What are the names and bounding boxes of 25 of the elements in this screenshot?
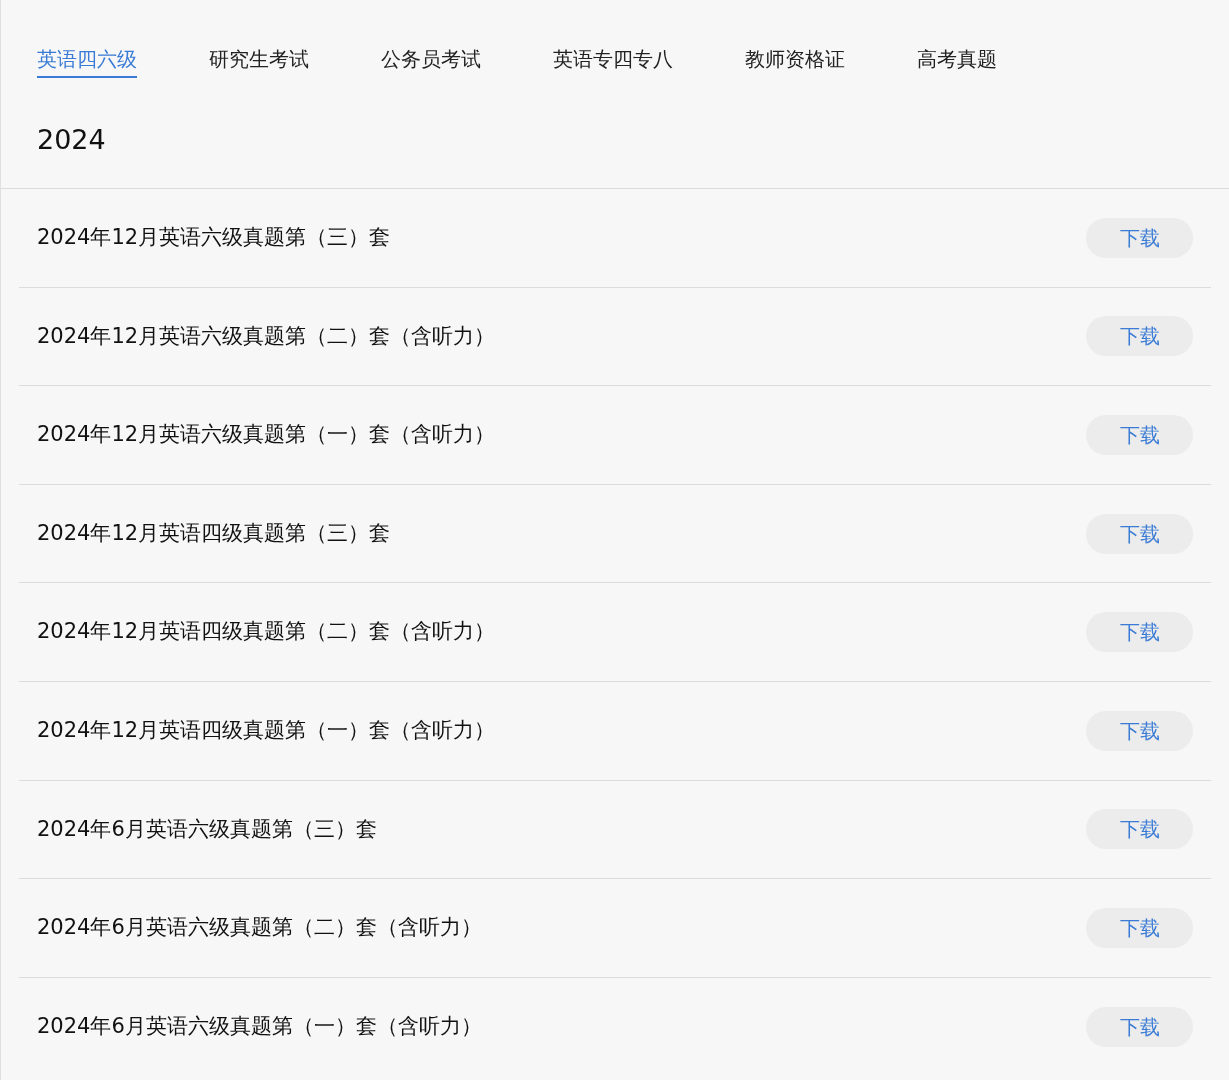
paper-title: 2024年12月英语四级真题第（一）套（含听力） xyxy=(37,717,496,744)
paper-title: 2024年6月英语六级真题第（三）套 xyxy=(37,815,377,843)
category-tab[interactable]: 教师资格证 xyxy=(745,42,845,78)
category-tab[interactable]: 公务员考试 xyxy=(381,42,481,78)
paper-title: 2024年12月英语六级真题第（三）套 xyxy=(37,224,391,252)
paper-title: 2024年12月英语四级真题第（二）套（含听力） xyxy=(37,618,496,646)
download-button[interactable]: 下载 xyxy=(1086,316,1193,357)
download-button[interactable]: 下载 xyxy=(1086,809,1193,850)
category-tab[interactable]: 英语专四专八 xyxy=(553,42,673,78)
download-button[interactable]: 下载 xyxy=(1086,907,1193,948)
download-button[interactable]: 下载 xyxy=(1086,217,1193,258)
paper-title: 2024年12月英语六级真题第（二）套（含听力） xyxy=(37,322,496,350)
download-button[interactable]: 下载 xyxy=(1086,710,1193,751)
paper-title: 2024年6月英语六级真题第（一）套（含听力） xyxy=(37,1013,482,1041)
download-button[interactable]: 下载 xyxy=(1086,1007,1193,1048)
download-button[interactable]: 下载 xyxy=(1086,513,1193,554)
year-heading: 2024 xyxy=(36,123,107,157)
download-button[interactable]: 下载 xyxy=(1086,415,1193,455)
paper-title: 2024年12月英语六级真题第（一）套（含听力） xyxy=(37,421,496,449)
category-tab[interactable]: 英语四六级 xyxy=(37,42,137,78)
category-tab[interactable]: 高考真题 xyxy=(917,42,997,78)
paper-title: 2024年12月英语四级真题第（三）套 xyxy=(37,519,391,547)
download-button[interactable]: 下载 xyxy=(1086,612,1193,653)
category-tab[interactable]: 研究生考试 xyxy=(209,42,309,78)
paper-title: 2024年6月英语六级真题第（二）套（含听力） xyxy=(37,914,482,942)
